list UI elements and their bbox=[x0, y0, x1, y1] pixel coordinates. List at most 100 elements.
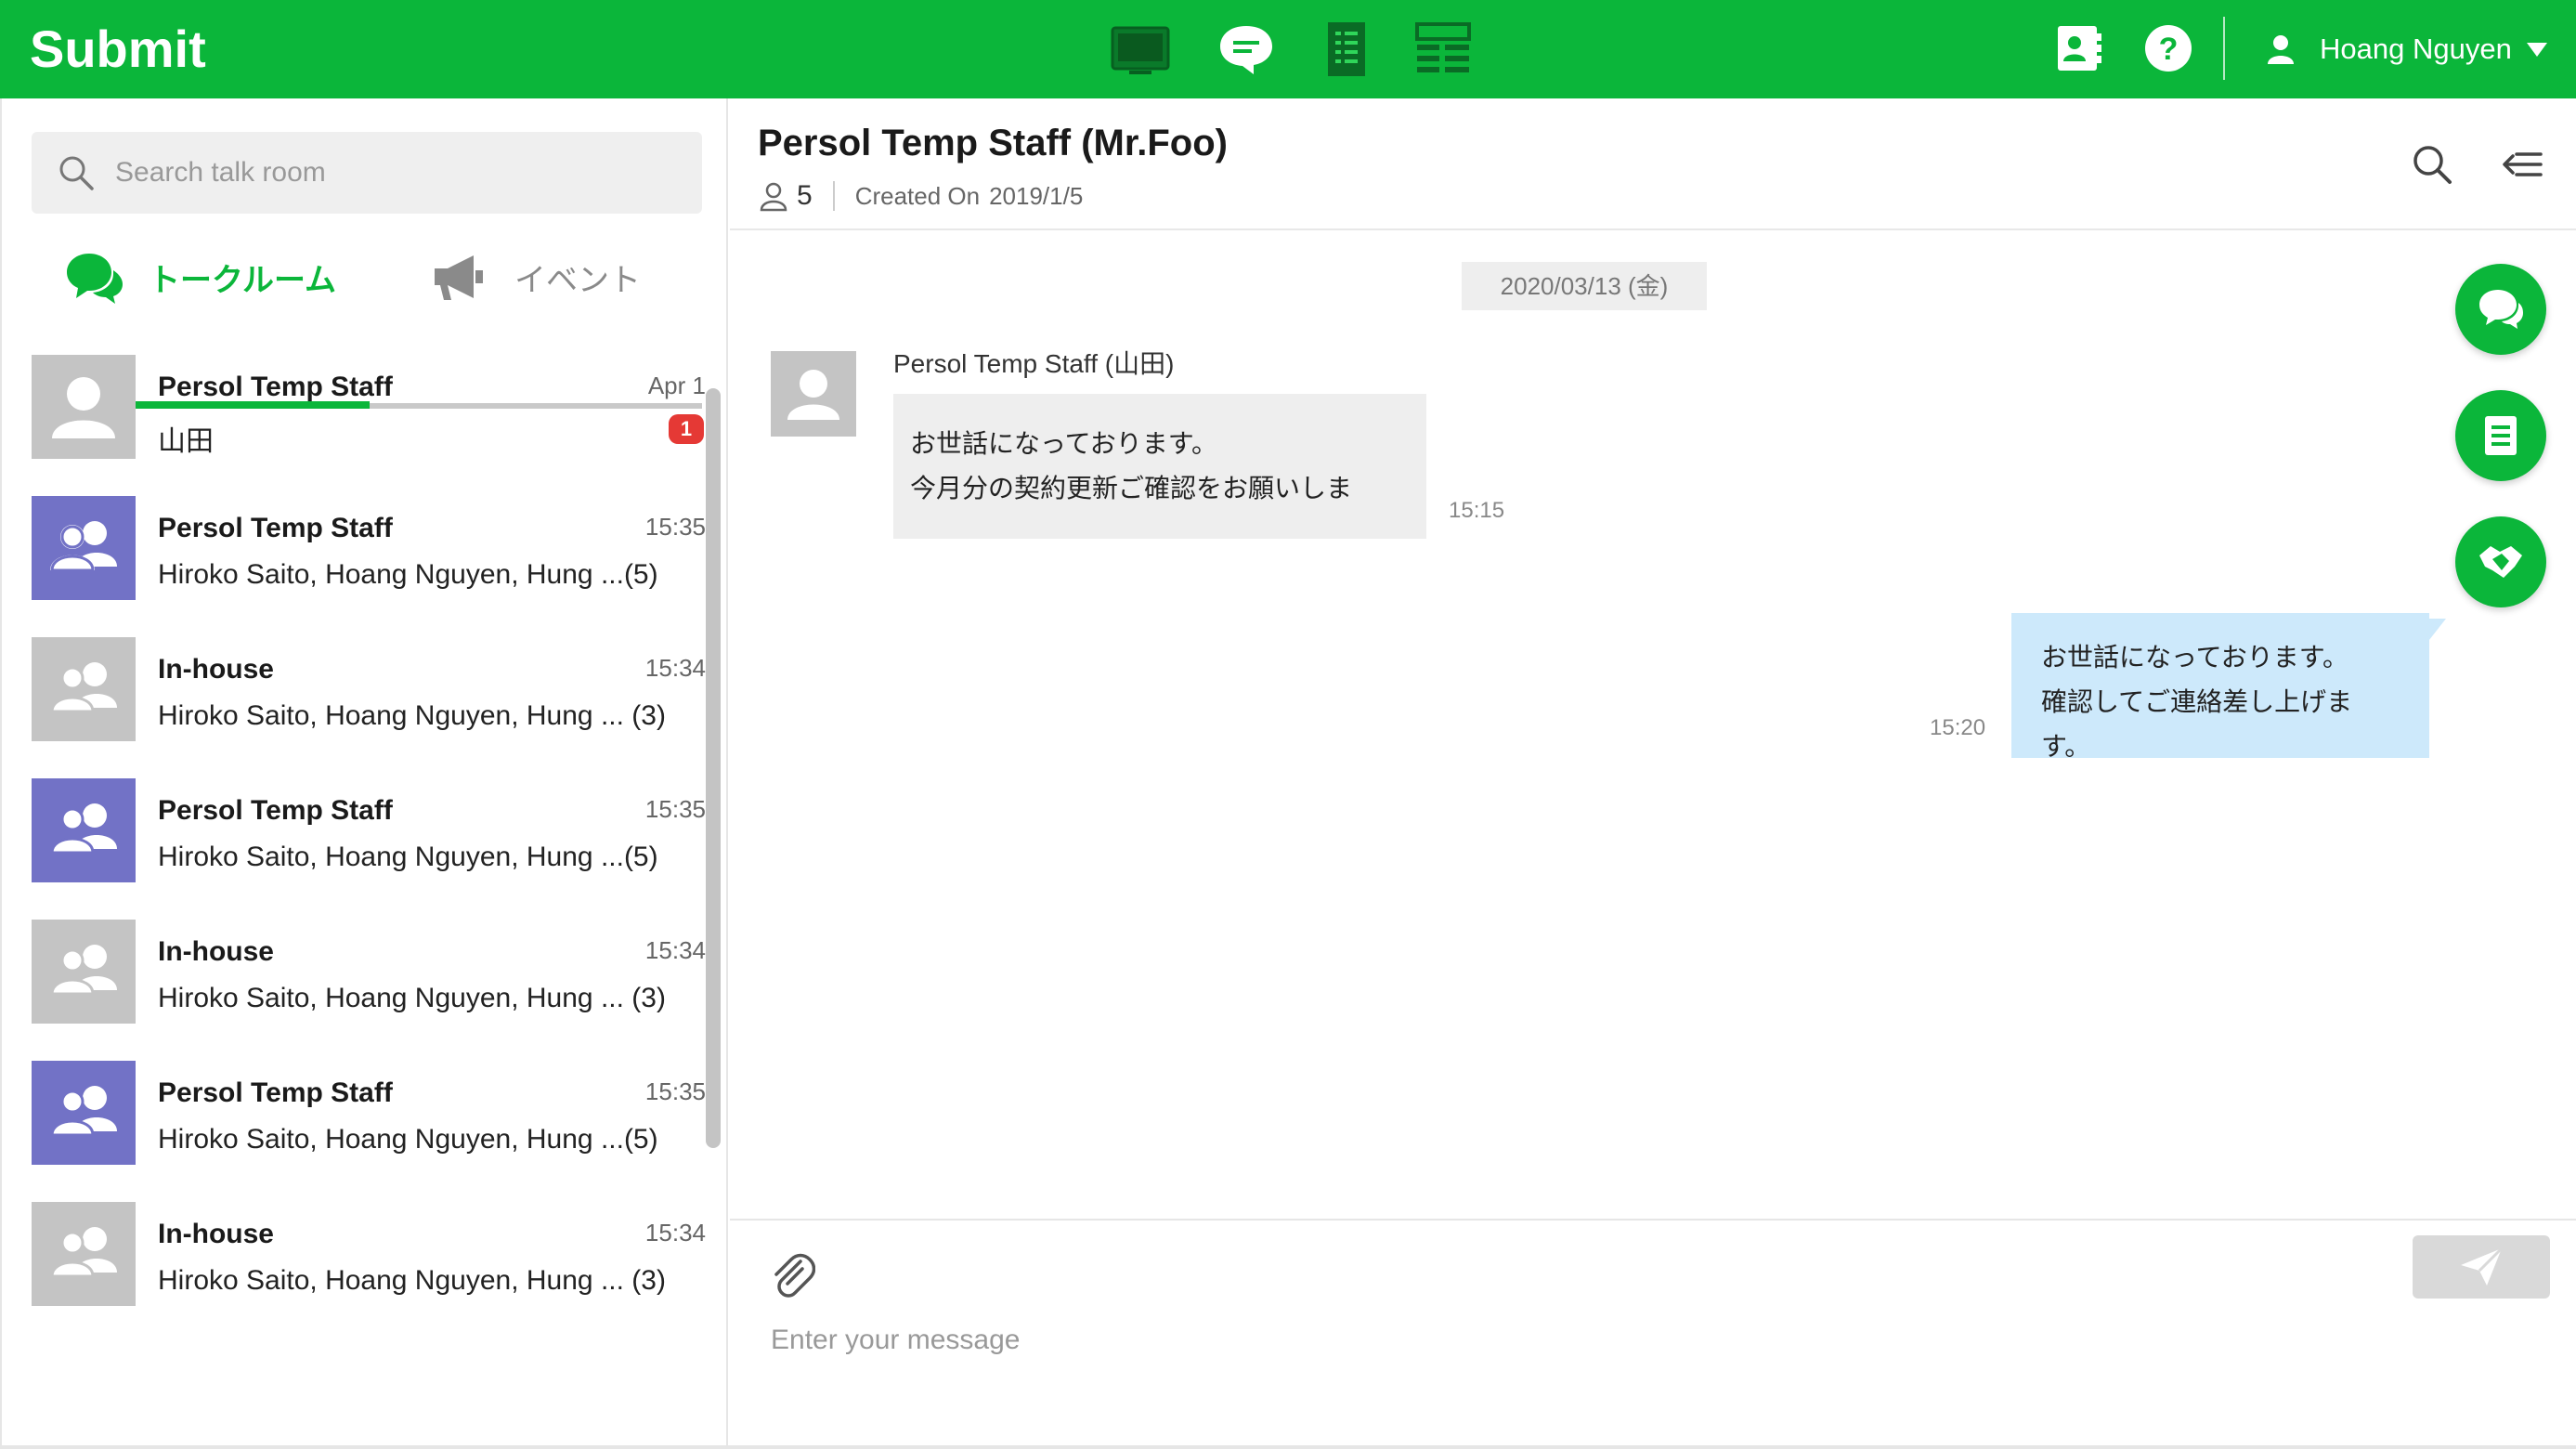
room-time: 15:35 bbox=[644, 795, 706, 823]
tab-event-label: イベント bbox=[514, 262, 641, 298]
chat-bubble-icon[interactable] bbox=[1216, 20, 1276, 78]
message-line: 確認してご連絡差し上げます。 bbox=[2041, 687, 2353, 761]
room-preview: Hiroko Saito, Hoang Nguyen, Hung ...(5) bbox=[158, 559, 658, 590]
user-menu[interactable]: Hoang Nguyen bbox=[2262, 26, 2547, 72]
unread-badge: 1 bbox=[669, 414, 704, 444]
tab-talk-room-label: トークルーム bbox=[149, 262, 336, 298]
chat-title: Persol Temp Staff (Mr.Foo) bbox=[758, 123, 1228, 163]
room-name: Persol Temp Staff bbox=[158, 513, 393, 543]
chat-icon bbox=[67, 254, 124, 304]
sidebar: トークルーム イベント Persol Temp Staff Apr 1 山田 1… bbox=[0, 98, 728, 1449]
avatar bbox=[32, 496, 136, 600]
svg-text:?: ? bbox=[2159, 32, 2179, 67]
room-preview: Hiroko Saito, Hoang Nguyen, Hung ...(5) bbox=[158, 1124, 658, 1155]
chat-header: Persol Temp Staff (Mr.Foo) 5 Created On … bbox=[730, 98, 2576, 230]
avatar[interactable] bbox=[771, 351, 856, 437]
created-label: Created On bbox=[854, 181, 981, 210]
list-item[interactable]: Persol Temp Staff 15:35 Hiroko Saito, Ho… bbox=[32, 496, 706, 637]
paperclip-icon bbox=[774, 1253, 815, 1298]
avatar bbox=[32, 1061, 136, 1165]
message-time: 15:20 bbox=[1930, 715, 1986, 740]
document-icon bbox=[2485, 416, 2517, 455]
document-fab-button[interactable] bbox=[2455, 390, 2546, 481]
bubble-tail bbox=[2426, 619, 2446, 645]
outgoing-message-bubble[interactable]: お世話になっております。 確認してご連絡差し上げます。 bbox=[2011, 613, 2429, 761]
chat-panel: Persol Temp Staff (Mr.Foo) 5 Created On … bbox=[730, 98, 2576, 1449]
room-list: Persol Temp Staff Apr 1 山田 1 Persol Temp… bbox=[32, 355, 706, 1343]
message-composer bbox=[730, 1219, 2576, 1449]
chat-meta: 5 Created On 2019/1/5 bbox=[758, 180, 1083, 212]
search-icon bbox=[59, 156, 94, 190]
list-item[interactable]: In-house 15:34 Hiroko Saito, Hoang Nguye… bbox=[32, 920, 706, 1061]
message-sender: Persol Temp Staff (山田) bbox=[893, 349, 1175, 378]
room-time: 15:34 bbox=[644, 936, 706, 964]
room-preview: Hiroko Saito, Hoang Nguyen, Hung ... (3) bbox=[158, 983, 666, 1013]
contact-card-icon[interactable] bbox=[2054, 22, 2104, 74]
monitor-icon[interactable] bbox=[1111, 20, 1170, 78]
date-divider: 2020/03/13 (金) bbox=[1462, 262, 1707, 310]
help-icon[interactable]: ? bbox=[2143, 22, 2193, 74]
megaphone-icon bbox=[435, 255, 483, 300]
handshake-fab-button[interactable] bbox=[2455, 516, 2546, 607]
tab-talk-room[interactable]: トークルーム bbox=[32, 238, 370, 316]
send-icon bbox=[2461, 1247, 2504, 1286]
room-name: In-house bbox=[158, 936, 274, 967]
table-grid-icon[interactable] bbox=[1413, 20, 1473, 78]
created-date: 2019/1/5 bbox=[989, 181, 1084, 210]
tab-event[interactable]: イベント bbox=[370, 238, 702, 316]
list-item[interactable]: In-house 15:34 Hiroko Saito, Hoang Nguye… bbox=[32, 1202, 706, 1343]
room-name: In-house bbox=[158, 1219, 274, 1249]
room-time: Apr 1 bbox=[647, 372, 706, 399]
room-list-scrollbar[interactable] bbox=[706, 388, 721, 1148]
send-button[interactable] bbox=[2413, 1235, 2550, 1299]
search-box bbox=[32, 132, 702, 214]
room-preview: 山田 bbox=[158, 426, 214, 457]
message-line: 今月分の契約更新ご確認をお願いしま bbox=[910, 474, 1353, 503]
room-tabs: トークルーム イベント bbox=[32, 238, 702, 409]
chevron-down-icon bbox=[2526, 42, 2547, 57]
room-preview: Hiroko Saito, Hoang Nguyen, Hung ...(5) bbox=[158, 842, 658, 872]
collapse-menu-icon bbox=[2503, 152, 2543, 176]
list-item[interactable]: Persol Temp Staff 15:35 Hiroko Saito, Ho… bbox=[32, 1061, 706, 1202]
search-input[interactable] bbox=[115, 132, 691, 214]
collapse-panel-button[interactable] bbox=[2500, 143, 2543, 186]
top-bar: Submit ? Hoang Nguyen bbox=[0, 0, 2576, 98]
incoming-message-bubble[interactable]: お世話になっております。 今月分の契約更新ご確認をお願いしま bbox=[893, 394, 1426, 539]
chat-search-button[interactable] bbox=[2411, 143, 2453, 186]
chat-icon bbox=[2479, 290, 2523, 329]
room-name: Persol Temp Staff bbox=[158, 372, 393, 402]
message-line: お世話になっております。 bbox=[2041, 643, 2348, 672]
app-brand[interactable]: Submit bbox=[30, 19, 206, 79]
message-time: 15:15 bbox=[1449, 498, 1505, 523]
search-icon bbox=[2413, 146, 2452, 184]
room-name: In-house bbox=[158, 654, 274, 685]
member-count[interactable]: 5 bbox=[797, 180, 813, 212]
list-item[interactable]: In-house 15:34 Hiroko Saito, Hoang Nguye… bbox=[32, 637, 706, 778]
room-name: Persol Temp Staff bbox=[158, 1077, 393, 1108]
form-document-icon[interactable] bbox=[1317, 20, 1376, 78]
talk-fab-button[interactable] bbox=[2455, 264, 2546, 355]
avatar bbox=[32, 355, 136, 459]
room-preview: Hiroko Saito, Hoang Nguyen, Hung ... (3) bbox=[158, 700, 666, 731]
attach-button[interactable] bbox=[769, 1248, 815, 1299]
room-name: Persol Temp Staff bbox=[158, 795, 393, 826]
avatar bbox=[32, 778, 136, 882]
message-input[interactable] bbox=[771, 1325, 2517, 1427]
list-item[interactable]: Persol Temp Staff Apr 1 山田 1 bbox=[32, 355, 706, 496]
handshake-icon bbox=[2479, 546, 2522, 578]
member-icon bbox=[760, 182, 787, 212]
avatar bbox=[32, 637, 136, 741]
bottom-border bbox=[0, 1445, 2576, 1449]
room-time: 15:35 bbox=[644, 513, 706, 541]
room-time: 15:34 bbox=[644, 1219, 706, 1247]
avatar bbox=[32, 920, 136, 1024]
room-time: 15:35 bbox=[644, 1077, 706, 1105]
avatar bbox=[32, 1202, 136, 1306]
message-line: お世話になっております。 bbox=[910, 429, 1217, 458]
user-name: Hoang Nguyen bbox=[2320, 33, 2512, 65]
room-preview: Hiroko Saito, Hoang Nguyen, Hung ... (3) bbox=[158, 1265, 666, 1296]
room-time: 15:34 bbox=[644, 654, 706, 682]
user-icon bbox=[2268, 35, 2294, 64]
header-divider bbox=[2223, 17, 2225, 80]
list-item[interactable]: Persol Temp Staff 15:35 Hiroko Saito, Ho… bbox=[32, 778, 706, 920]
